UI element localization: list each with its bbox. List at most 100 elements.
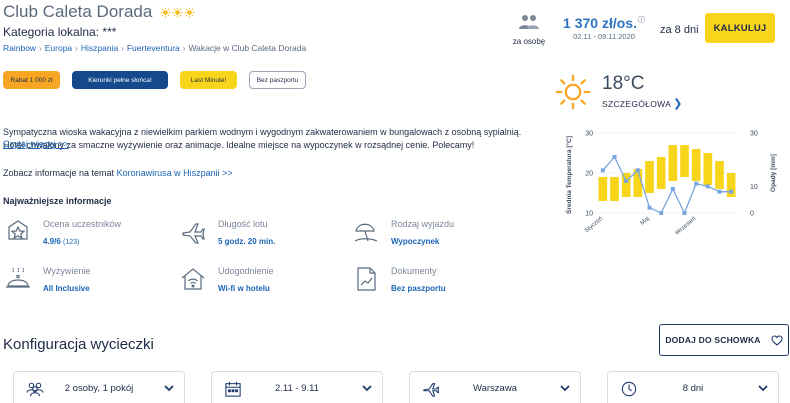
temperature-bar [610, 177, 619, 201]
tag-sunny-destinations[interactable]: Kierunki pełne słońca! [72, 71, 168, 89]
price: 1 370 zł/os.ⓘ [562, 15, 646, 31]
info-flight-length: Długość lotu 5 godz. 20 min. [180, 219, 340, 259]
calculate-button[interactable]: KALKULUJ [705, 13, 775, 43]
info-documents: Dokumenty Bez paszportu [353, 266, 513, 306]
config-title: Konfiguracja wycieczki [3, 336, 154, 353]
info-board-value: All Inclusive [43, 284, 90, 293]
wifi-house-icon [181, 268, 205, 290]
heart-icon [771, 334, 783, 346]
breadcrumb-link-europa[interactable]: Europa [45, 43, 72, 53]
temperature-bar [645, 161, 654, 193]
star-icon [160, 6, 171, 18]
rating-count: (123) [63, 239, 80, 246]
select-departure[interactable]: Warszawa [409, 371, 581, 403]
star-rating [160, 6, 195, 18]
save-button-label: DODAJ DO SCHOWKA [665, 335, 761, 345]
document-icon [357, 267, 376, 291]
temperature-bar [703, 153, 713, 185]
precipitation-point [600, 168, 605, 173]
precipitation-point [647, 205, 652, 210]
precipitation-point [635, 168, 640, 173]
info-icon[interactable]: ⓘ [638, 17, 645, 24]
food-dome-icon [6, 267, 30, 288]
info-documents-title: Dokumenty [391, 266, 437, 276]
read-more-link[interactable]: Czytaj więcej >> [3, 139, 69, 149]
info-amenity-title: Udogodnienie [218, 266, 274, 276]
info-amenity-value: Wi-fi w hotelu [218, 284, 270, 293]
y2-axis-label: Opady [mm] [770, 154, 777, 192]
info-trip-type-title: Rodzaj wyjazdu [391, 219, 455, 229]
hotel-name: Club Caleta Dorada [3, 2, 195, 22]
select-dates-value: 2.11 - 9.11 [274, 383, 319, 394]
star-icon [184, 6, 195, 18]
persons-selector[interactable]: za osobę [511, 14, 547, 46]
people-icon [519, 15, 539, 29]
precipitation-point [694, 181, 699, 186]
precipitation-point [682, 211, 687, 215]
precipitation-point [717, 189, 722, 194]
y2-tick-label: 30 [750, 131, 758, 138]
info-rating-title: Ocena uczestników [43, 219, 122, 229]
x-tick-label: Wrzesień [675, 216, 698, 237]
info-documents-value: Bez paszportu [391, 284, 446, 293]
rating-score: 4.9/6 [43, 237, 61, 246]
key-info-title: Najważniejsze informacje [3, 196, 112, 206]
precipitation-point [705, 184, 710, 189]
trip-duration: za 8 dni [660, 24, 699, 36]
local-category: Kategoria lokalna: *** [3, 25, 117, 39]
x-tick-label: Maj [640, 216, 651, 227]
select-travelers[interactable]: 2 osoby, 1 pokój [13, 371, 185, 403]
weather-details-label: SZCZEGÓŁOWA [602, 98, 672, 109]
select-travelers-value: 2 osoby, 1 pokój [64, 383, 134, 394]
info-flight-title: Długość lotu [218, 219, 268, 229]
airplane-icon [182, 223, 205, 244]
persons-label: za osobę [512, 37, 546, 46]
chevron-right-icon: ❯ [673, 98, 683, 110]
precipitation-point [659, 211, 664, 215]
chevron-down-icon [362, 385, 372, 392]
weather-details-link[interactable]: SZCZEGÓŁOWA ❯ [602, 97, 683, 110]
chevron-down-icon [164, 385, 174, 392]
star-icon [172, 6, 183, 18]
breadcrumb-separator: › [39, 43, 42, 53]
beach-umbrella-icon [354, 223, 378, 242]
covid-info-link[interactable]: Koronawirusa w Hiszpanii >> [117, 168, 233, 178]
hotel-name-text: Club Caleta Dorada [3, 2, 153, 21]
y-axis-label: Średnia Temperatura [°C] [564, 136, 573, 214]
add-to-favorites-button[interactable]: DODAJ DO SCHOWKA [659, 324, 789, 356]
climate-chart: 30 20 10 30 10 0 Styczeń Maj Wrzesień Średnia Tem… [564, 131, 777, 237]
precipitation-point [624, 179, 629, 183]
trip-dates: 02.11 - 09.11.2020 [573, 32, 635, 41]
select-dates[interactable]: 2.11 - 9.11 [211, 371, 383, 403]
breadcrumb-link-rainbow[interactable]: Rainbow [3, 43, 36, 53]
precipitation-point [729, 189, 734, 194]
tag-discount[interactable]: Rabat 1 000 zł [3, 71, 60, 89]
breadcrumb-link-hiszpania[interactable]: Hiszpania [81, 43, 118, 53]
rating-star-icon [8, 220, 28, 240]
info-trip-type-value: Wypoczynek [391, 237, 440, 246]
chevron-down-icon [758, 385, 768, 392]
breadcrumb-link-fuerteventura[interactable]: Fuerteventura [127, 43, 180, 53]
info-rating: Ocena uczestników 4.9/6 (123) [5, 219, 165, 259]
hotel-description: Sympatyczna wioska wakacyjna z niewielki… [3, 127, 522, 150]
x-tick-label: Styczeń [584, 216, 604, 234]
y-tick-label: 30 [585, 131, 593, 138]
tag-no-passport[interactable]: Bez paszportu [249, 71, 306, 89]
temperature-bar [598, 177, 608, 201]
y2-tick-label: 0 [750, 211, 754, 218]
select-duration[interactable]: 8 dni [607, 371, 779, 403]
offer-tags: Rabat 1 000 zł Kierunki pełne słońca! La… [3, 71, 306, 89]
y2-tick-label: 10 [750, 184, 758, 191]
price-box: 1 370 zł/os.ⓘ 02.11 - 09.11.2020 [562, 15, 646, 41]
select-departure-value: Warszawa [473, 383, 517, 394]
info-board: Wyżywienie All Inclusive [5, 266, 165, 306]
temperature-bar [680, 145, 689, 177]
breadcrumb-separator: › [182, 43, 186, 53]
info-flight-value: 5 godz. 20 min. [218, 237, 276, 246]
breadcrumb-current: Wakacje w Club Caleta Dorada [188, 43, 307, 53]
info-trip-type: Rodzaj wyjazdu Wypoczynek [353, 219, 513, 259]
info-rating-value: 4.9/6 (123) [43, 237, 79, 246]
y-tick-label: 20 [585, 171, 593, 178]
tag-last-minute[interactable]: Last Minute! [180, 71, 237, 89]
temperature-bar [715, 161, 724, 189]
